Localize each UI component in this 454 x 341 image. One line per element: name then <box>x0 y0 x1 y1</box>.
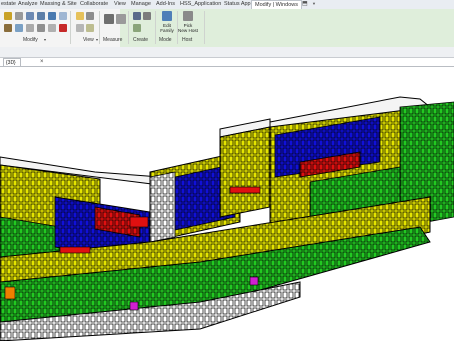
options-bar <box>0 47 454 58</box>
panel-divider <box>204 11 205 44</box>
offset-icon[interactable] <box>4 24 12 32</box>
tab-massing-site[interactable]: Massing & Site <box>40 1 77 8</box>
view-tool-icon[interactable] <box>76 12 84 20</box>
copy-icon[interactable] <box>26 12 34 20</box>
delete-icon[interactable] <box>59 24 67 32</box>
panel-divider <box>99 11 100 44</box>
rotate-icon[interactable] <box>26 24 34 32</box>
panel-label-view: View <box>83 37 94 43</box>
edit-family-label-2: Family <box>160 28 174 33</box>
panel-label-create: Create <box>133 37 149 43</box>
tab-hss-application[interactable]: HSS_Application <box>180 1 221 8</box>
panel-label-host: Host <box>182 37 193 43</box>
pick-new-host-icon[interactable] <box>183 11 193 21</box>
edit-family-icon[interactable] <box>162 11 172 21</box>
tab-collaborate[interactable]: Collaborate <box>80 1 108 8</box>
scale-icon[interactable] <box>48 24 56 32</box>
align-icon[interactable] <box>4 12 12 20</box>
move-icon[interactable] <box>15 24 23 32</box>
magenta-highlight <box>129 301 139 311</box>
panel-label-modify: Modify <box>23 37 38 43</box>
panel-divider <box>155 11 156 44</box>
hide-icon[interactable] <box>86 12 94 20</box>
tab-status-app[interactable]: Status App <box>224 1 251 8</box>
mirror-icon[interactable] <box>15 12 23 20</box>
dropdown-arrow-icon[interactable]: ▼ <box>312 1 319 7</box>
3d-model-view[interactable] <box>0 67 454 341</box>
pick-new-host-label-2: New Host <box>178 28 198 33</box>
trim-icon[interactable] <box>37 12 45 20</box>
close-view-icon[interactable]: × <box>40 58 44 66</box>
tab-analyze[interactable]: Analyze <box>18 1 38 8</box>
measure-icon[interactable] <box>104 14 114 24</box>
red-highlight <box>59 246 91 254</box>
center-block-facade <box>219 126 271 218</box>
panel-label-measure: Measure <box>103 37 123 43</box>
tab-view[interactable]: View <box>114 1 126 8</box>
tab-estate[interactable]: estate <box>1 1 16 8</box>
create-similar-icon[interactable] <box>143 12 151 20</box>
red-highlight <box>229 186 261 194</box>
magenta-highlight <box>249 276 259 286</box>
orange-highlight <box>4 286 16 300</box>
context-tab-icon[interactable]: ⬒ <box>302 1 309 7</box>
tab-add-ins[interactable]: Add-Ins <box>156 1 175 8</box>
view-dropdown-icon[interactable]: ▾ <box>96 37 98 42</box>
override-icon[interactable] <box>76 24 84 32</box>
red-highlight <box>129 216 149 228</box>
create-group-icon[interactable] <box>133 24 141 32</box>
courtyard-wall-white <box>149 171 176 243</box>
panel-divider <box>128 11 129 44</box>
graphics-icon[interactable] <box>86 24 94 32</box>
panel-label-mode: Mode <box>159 37 172 43</box>
array-icon[interactable] <box>48 12 56 20</box>
create-tool-icon[interactable] <box>133 12 141 20</box>
dimension-icon[interactable] <box>116 14 126 24</box>
modify-dropdown-icon[interactable]: ▾ <box>44 37 46 42</box>
panel-divider <box>70 11 71 44</box>
tab-manage[interactable]: Manage <box>131 1 151 8</box>
split-icon[interactable] <box>37 24 45 32</box>
pin-icon[interactable] <box>59 12 67 20</box>
